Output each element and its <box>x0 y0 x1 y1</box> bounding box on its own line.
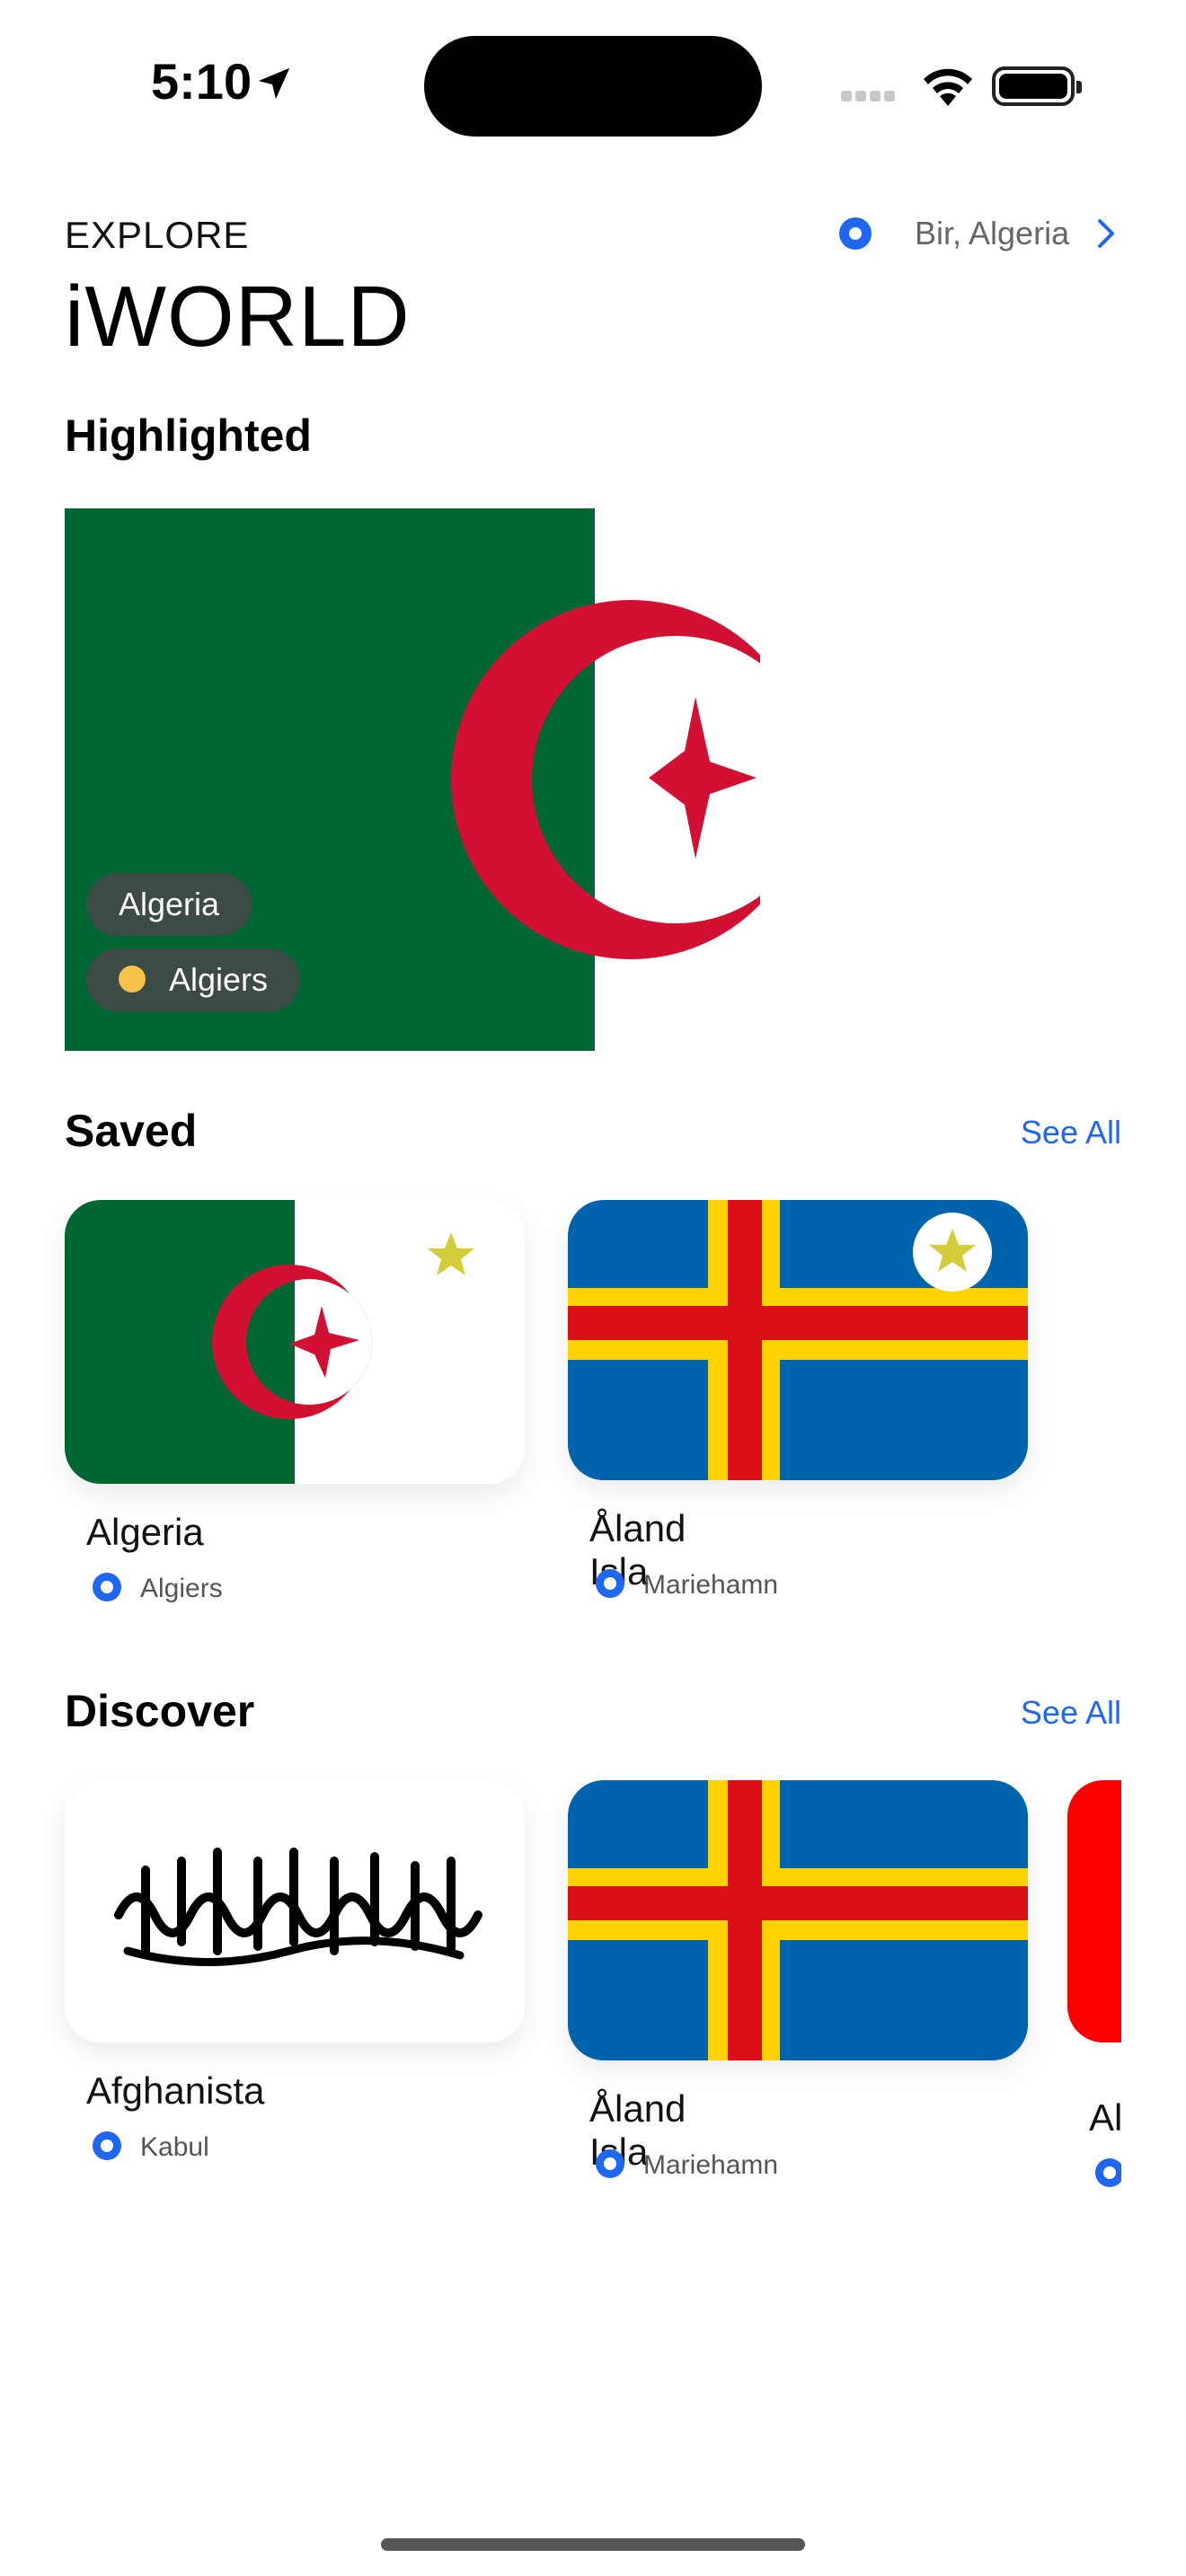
discover-card-partial[interactable]: Al <box>1067 1780 1121 2211</box>
chevron-right-icon <box>1098 219 1115 248</box>
card-country-name: Al <box>1089 2096 1121 2139</box>
star-icon <box>929 1229 976 1272</box>
screen: 5:10 EXPLORE iWORLD Bir, Algeria Highlig… <box>0 0 1186 2576</box>
aland-flag-image <box>568 1780 1028 2060</box>
dynamic-island <box>424 36 762 137</box>
favorite-toggle[interactable] <box>913 1213 992 1292</box>
card-capital-name: Kabul <box>140 2132 209 2162</box>
header-eyebrow: EXPLORE <box>65 214 250 256</box>
red-flag-image <box>1067 1780 1121 2042</box>
highlighted-section-title: Highlighted <box>65 410 312 461</box>
card-country-name: Afghanista <box>86 2069 265 2112</box>
highlighted-capital-chip: Algiers <box>86 948 301 1011</box>
capital-pin-icon <box>119 966 146 993</box>
battery-icon <box>992 66 1082 106</box>
wifi-icon <box>924 68 972 106</box>
highlighted-capital-label: Algiers <box>169 961 269 998</box>
card-capital-name: Algiers <box>140 1574 223 1603</box>
favorite-toggle[interactable] <box>412 1216 491 1295</box>
status-time: 5:10 <box>151 53 252 110</box>
saved-section-title: Saved <box>65 1106 198 1156</box>
discover-section-title: Discover <box>65 1686 255 1736</box>
saved-see-all-link[interactable]: See All <box>1021 1114 1121 1151</box>
location-pin-icon <box>93 2131 121 2160</box>
location-arrow-icon <box>258 67 290 100</box>
location-pin-icon <box>596 1569 624 1598</box>
afghanistan-flag-image <box>65 1780 525 2042</box>
current-location-button[interactable]: Bir, Algeria <box>839 208 1116 259</box>
location-pin-icon <box>1095 2158 1121 2187</box>
star-icon <box>428 1232 474 1275</box>
current-location-label: Bir, Algeria <box>915 215 1070 251</box>
card-country-name: Algeria <box>86 1511 204 1553</box>
highlighted-country-chip: Algeria <box>86 873 252 936</box>
page-title: iWORLD <box>65 269 411 365</box>
location-pin-icon <box>596 2149 624 2178</box>
location-pin-icon <box>93 1573 121 1601</box>
cellular-signal-icon <box>841 90 898 106</box>
location-pin-icon <box>839 217 872 250</box>
card-capital-name: Mariehamn <box>643 1570 779 1600</box>
highlighted-card[interactable]: Algeria Algiers <box>65 508 819 1051</box>
card-capital-name: Mariehamn <box>643 2150 779 2180</box>
home-indicator[interactable] <box>381 2538 805 2551</box>
discover-see-all-link[interactable]: See All <box>1021 1694 1121 1732</box>
